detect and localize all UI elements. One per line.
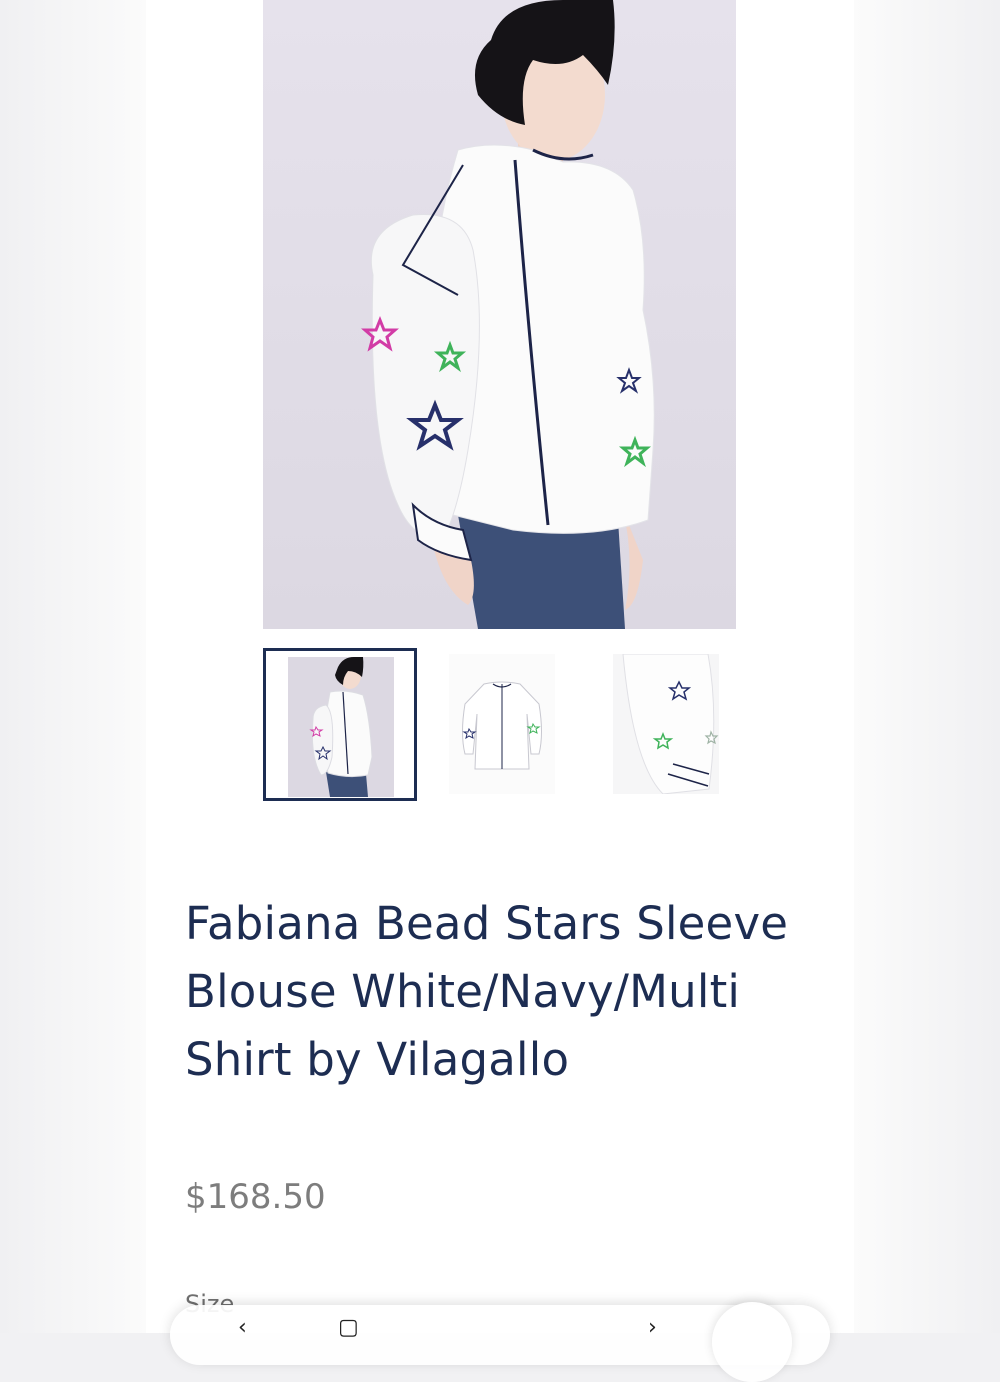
left-background <box>0 0 146 1333</box>
main-product-image[interactable] <box>263 0 736 629</box>
thumbnail-sleeve-detail[interactable] <box>591 648 745 801</box>
product-price: $168.50 <box>185 1177 326 1217</box>
thumbnail-model-front[interactable] <box>263 648 417 801</box>
right-background <box>854 0 1000 1333</box>
product-page: Fabiana Bead Stars Sleeve Blouse White/N… <box>146 0 854 1333</box>
forward-arrow-icon[interactable]: › <box>648 1316 657 1340</box>
product-title: Fabiana Bead Stars Sleeve Blouse White/N… <box>185 897 789 1086</box>
tabs-icon[interactable]: ▢ <box>338 1316 359 1340</box>
thumbnail-flat-lay[interactable] <box>427 648 581 801</box>
browser-action-button[interactable] <box>712 1302 792 1382</box>
back-arrow-icon[interactable]: ‹ <box>238 1316 247 1340</box>
